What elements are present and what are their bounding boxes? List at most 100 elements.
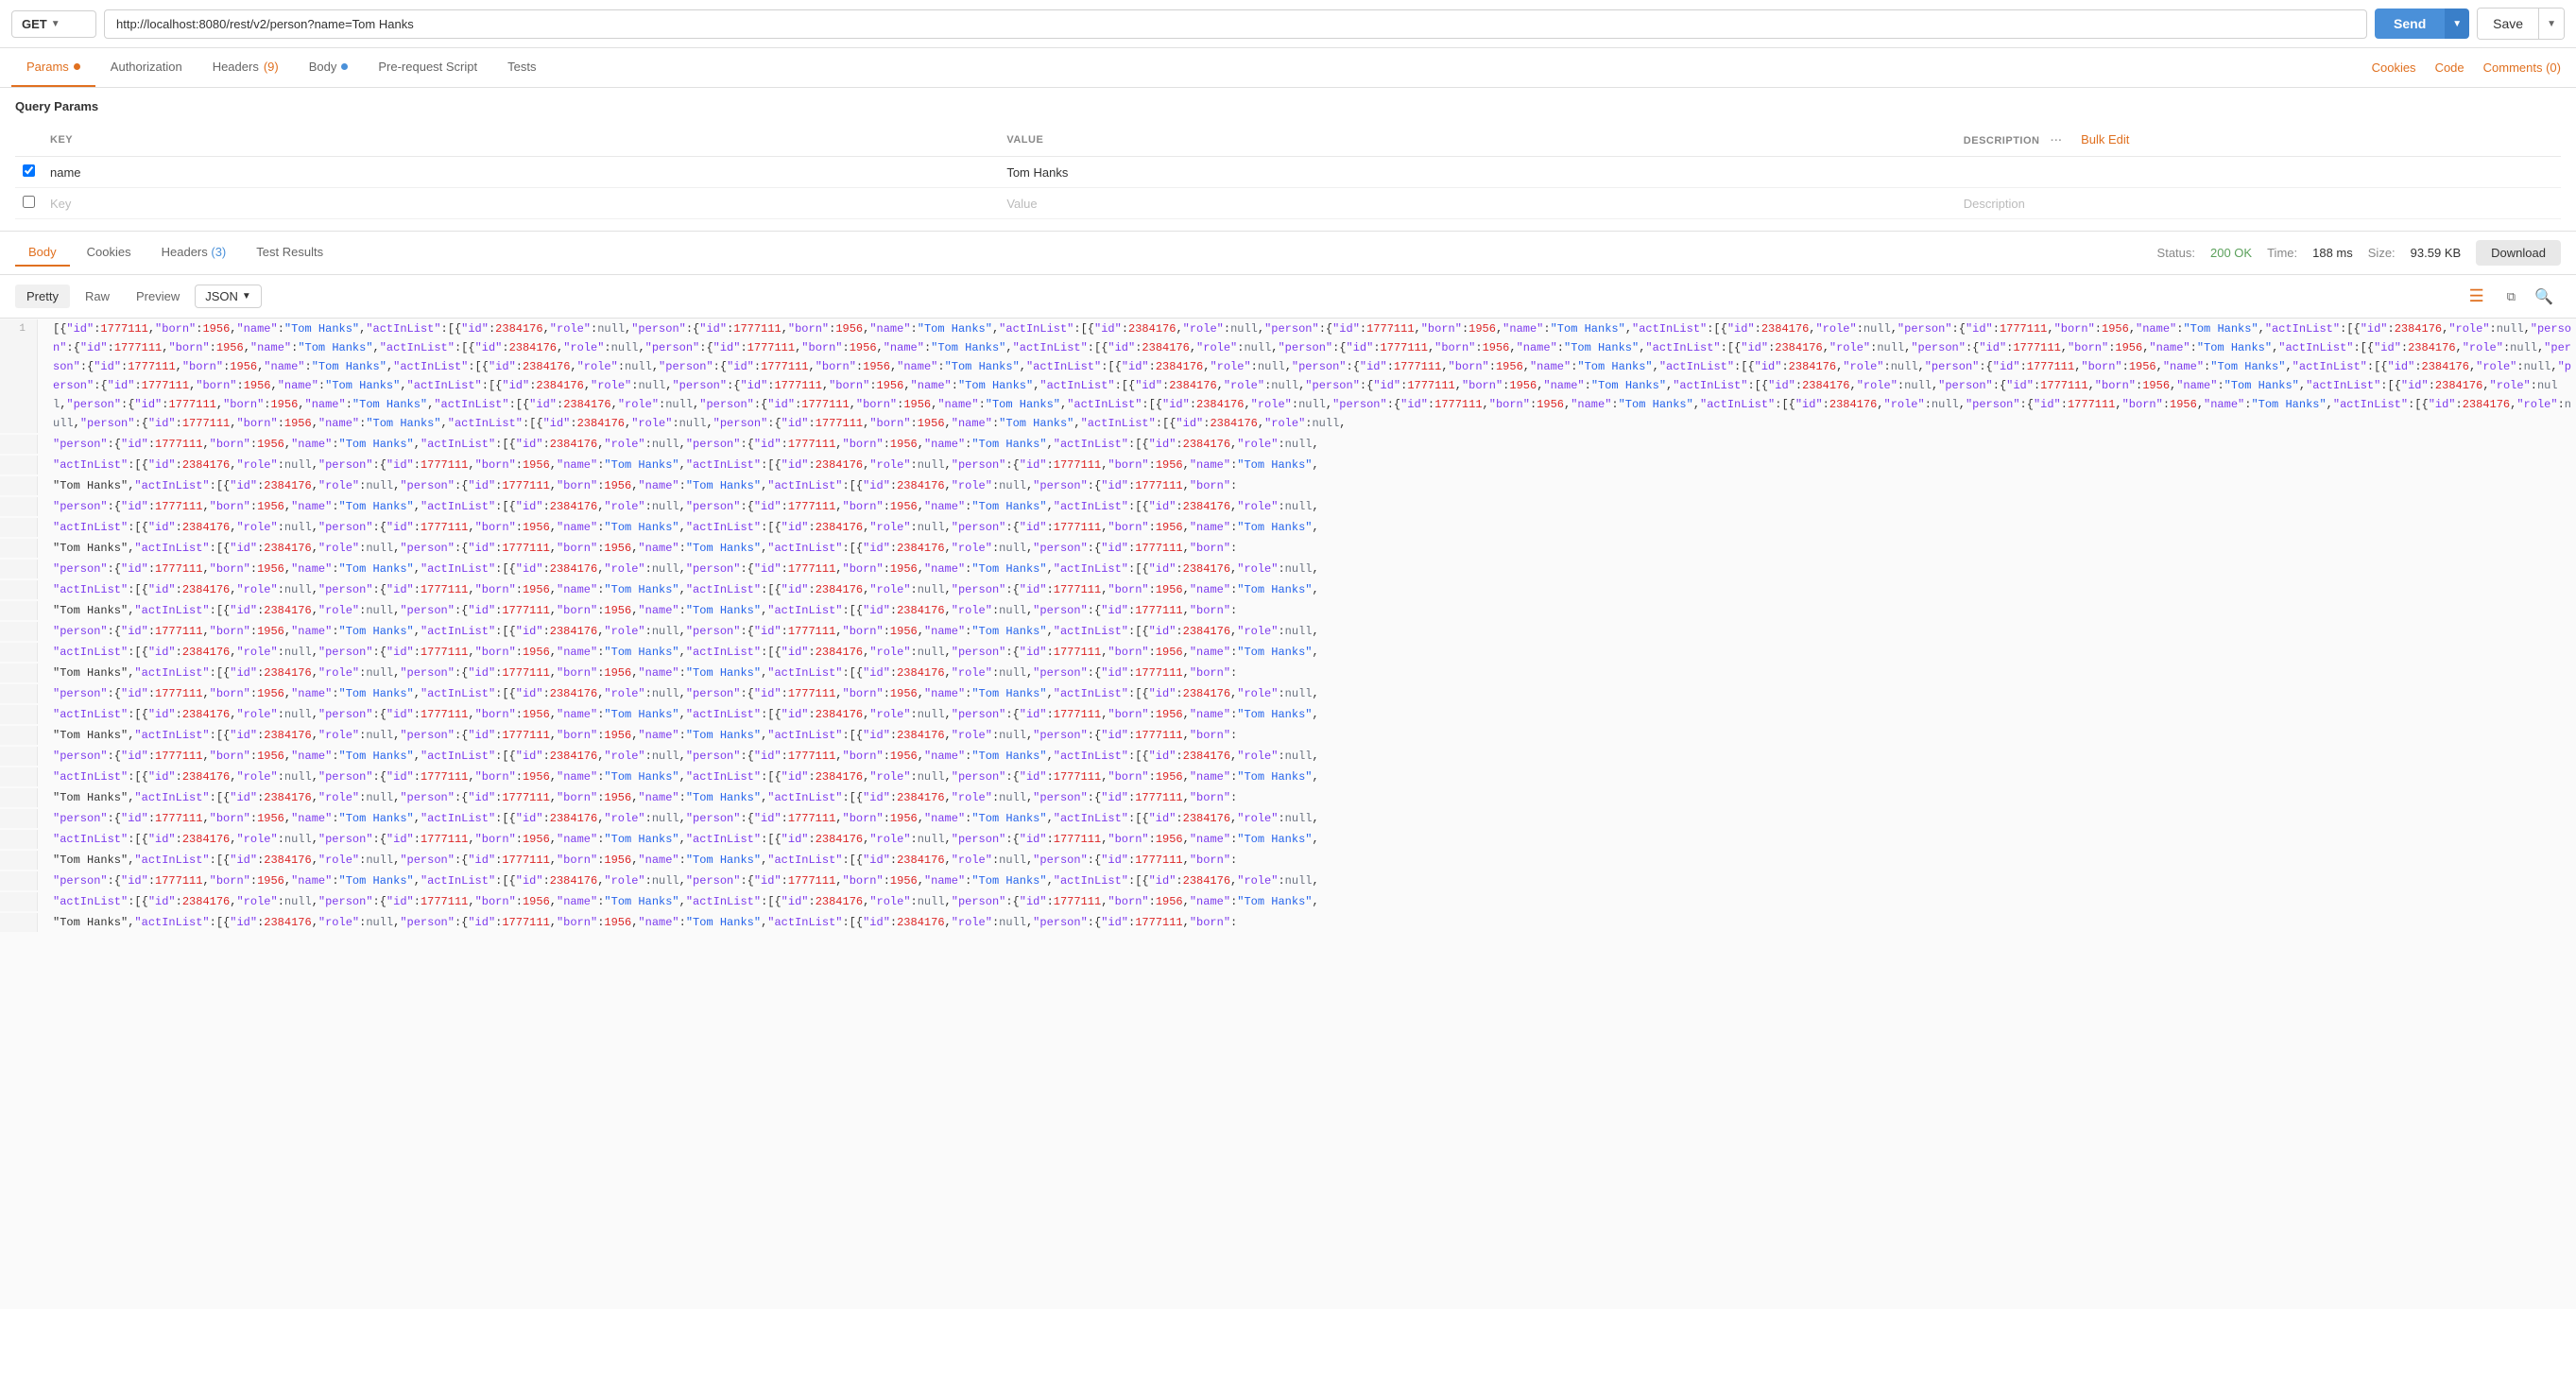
url-bar: GET ▼ Send ▼ Save ▼ — [0, 0, 2576, 48]
format-tab-raw[interactable]: Raw — [74, 285, 121, 308]
json-line: "person":{"id":1777111,"born":1956,"name… — [0, 434, 2576, 455]
json-response-body: 1[{"id":1777111,"born":1956,"name":"Tom … — [0, 319, 2576, 1309]
json-line: "actInList":[{"id":2384176,"role":null,"… — [0, 767, 2576, 787]
tab-headers-label: Headers — [213, 60, 259, 74]
format-chevron-icon: ▼ — [242, 291, 251, 302]
send-button-group: Send ▼ — [2375, 9, 2469, 39]
json-line: "person":{"id":1777111,"born":1956,"name… — [0, 871, 2576, 891]
json-line: "person":{"id":1777111,"born":1956,"name… — [0, 808, 2576, 829]
resp-tab-test-results-label: Test Results — [256, 245, 323, 259]
size-label: Size: — [2368, 246, 2396, 260]
request-tabs: Params Authorization Headers (9) Body Pr… — [0, 48, 2576, 88]
json-line: "actInList":[{"id":2384176,"role":null,"… — [0, 642, 2576, 663]
status-label: Status: — [2157, 246, 2195, 260]
resp-tab-cookies-label: Cookies — [87, 245, 131, 259]
th-key: KEY — [43, 123, 999, 157]
params-section-title: Query Params — [15, 99, 2561, 113]
tab-tests[interactable]: Tests — [492, 48, 551, 87]
param-key-cell-1 — [43, 157, 999, 188]
json-line: "person":{"id":1777111,"born":1956,"name… — [0, 746, 2576, 767]
json-line: "actInList":[{"id":2384176,"role":null,"… — [0, 829, 2576, 850]
tab-pre-request[interactable]: Pre-request Script — [363, 48, 492, 87]
json-line: "actInList":[{"id":2384176,"role":null,"… — [0, 517, 2576, 538]
json-line: "person":{"id":1777111,"born":1956,"name… — [0, 559, 2576, 579]
param-checkbox-new[interactable] — [23, 196, 35, 208]
tab-authorization[interactable]: Authorization — [95, 48, 197, 87]
param-value-cell-1 — [999, 157, 1955, 188]
comments-link[interactable]: Comments (0) — [2480, 49, 2565, 86]
resp-tab-cookies[interactable]: Cookies — [74, 239, 145, 267]
json-line: "actInList":[{"id":2384176,"role":null,"… — [0, 704, 2576, 725]
json-line: "actInList":[{"id":2384176,"role":null,"… — [0, 579, 2576, 600]
json-line: "Tom Hanks","actInList":[{"id":2384176,"… — [0, 850, 2576, 871]
param-desc-input-new[interactable] — [1964, 197, 2553, 211]
method-label: GET — [22, 17, 47, 31]
param-key-input-new[interactable] — [50, 197, 991, 211]
bulk-edit-button[interactable]: Bulk Edit — [2073, 129, 2137, 150]
json-line: "Tom Hanks","actInList":[{"id":2384176,"… — [0, 725, 2576, 746]
body-dot-icon — [341, 63, 348, 70]
param-value-input-1[interactable] — [1006, 165, 1948, 180]
param-checkbox-cell-1 — [15, 157, 43, 188]
tab-pre-request-label: Pre-request Script — [378, 60, 477, 74]
param-checkbox-1[interactable] — [23, 164, 35, 177]
json-line: "Tom Hanks","actInList":[{"id":2384176,"… — [0, 912, 2576, 933]
send-dropdown-button[interactable]: ▼ — [2445, 9, 2469, 39]
param-desc-input-1[interactable] — [1964, 165, 2553, 180]
headers-badge: (9) — [264, 60, 279, 74]
send-button[interactable]: Send — [2375, 9, 2445, 39]
tab-body[interactable]: Body — [294, 48, 364, 87]
json-line: "Tom Hanks","actInList":[{"id":2384176,"… — [0, 600, 2576, 621]
search-icon[interactable]: 🔍 — [2527, 284, 2561, 310]
format-select-label: JSON — [205, 289, 238, 303]
download-button[interactable]: Download — [2476, 240, 2561, 266]
format-tab-pretty[interactable]: Pretty — [15, 285, 70, 308]
tab-authorization-label: Authorization — [111, 60, 182, 74]
format-toolbar: Pretty Raw Preview JSON ▼ ☰ ⧉ 🔍 — [0, 275, 2576, 319]
tab-params[interactable]: Params — [11, 48, 95, 87]
param-value-input-new[interactable] — [1006, 197, 1948, 211]
response-meta: Status: 200 OK Time: 188 ms Size: 93.59 … — [2157, 240, 2561, 266]
resp-tab-body[interactable]: Body — [15, 239, 70, 267]
resp-tab-body-label: Body — [28, 245, 57, 259]
params-dot-icon — [74, 63, 80, 70]
save-button-group: Save ▼ — [2477, 8, 2565, 40]
param-key-input-1[interactable] — [50, 165, 991, 180]
json-line: "person":{"id":1777111,"born":1956,"name… — [0, 496, 2576, 517]
method-select[interactable]: GET ▼ — [11, 10, 96, 38]
tab-headers[interactable]: Headers (9) — [197, 48, 294, 87]
format-tab-preview[interactable]: Preview — [125, 285, 191, 308]
th-desc-text: DESCRIPTION — [1964, 135, 2040, 147]
more-options-icon[interactable]: ··· — [2043, 131, 2070, 150]
th-checkbox — [15, 123, 43, 157]
wrap-lines-icon[interactable]: ☰ — [2462, 283, 2492, 310]
th-value: VALUE — [999, 123, 1955, 157]
save-button[interactable]: Save — [2478, 9, 2538, 39]
method-chevron-icon: ▼ — [51, 19, 60, 29]
resp-tab-test-results[interactable]: Test Results — [243, 239, 336, 267]
request-tab-right: Cookies Code Comments (0) — [2368, 49, 2565, 86]
json-line: "person":{"id":1777111,"born":1956,"name… — [0, 621, 2576, 642]
param-row-1 — [15, 157, 2561, 188]
save-dropdown-button[interactable]: ▼ — [2538, 9, 2564, 39]
param-key-cell-new — [43, 188, 999, 219]
json-line: "Tom Hanks","actInList":[{"id":2384176,"… — [0, 663, 2576, 683]
url-input[interactable] — [104, 9, 2367, 39]
time-value: 188 ms — [2312, 246, 2353, 260]
copy-icon[interactable]: ⧉ — [2499, 285, 2523, 308]
th-description: DESCRIPTION ··· Bulk Edit — [1956, 123, 2561, 157]
resp-headers-badge: (3) — [211, 245, 226, 259]
status-value: 200 OK — [2210, 246, 2252, 260]
response-tabs: Body Cookies Headers (3) Test Results St… — [0, 232, 2576, 275]
size-value: 93.59 KB — [2411, 246, 2462, 260]
resp-tab-headers-label: Headers — [162, 245, 208, 259]
resp-tab-headers[interactable]: Headers (3) — [148, 239, 240, 267]
param-desc-cell-1 — [1956, 157, 2561, 188]
json-line: "person":{"id":1777111,"born":1956,"name… — [0, 683, 2576, 704]
param-desc-cell-new — [1956, 188, 2561, 219]
json-line: "actInList":[{"id":2384176,"role":null,"… — [0, 455, 2576, 475]
code-link[interactable]: Code — [2431, 49, 2468, 86]
time-label: Time: — [2267, 246, 2297, 260]
cookies-link[interactable]: Cookies — [2368, 49, 2420, 86]
format-select[interactable]: JSON ▼ — [195, 285, 262, 308]
